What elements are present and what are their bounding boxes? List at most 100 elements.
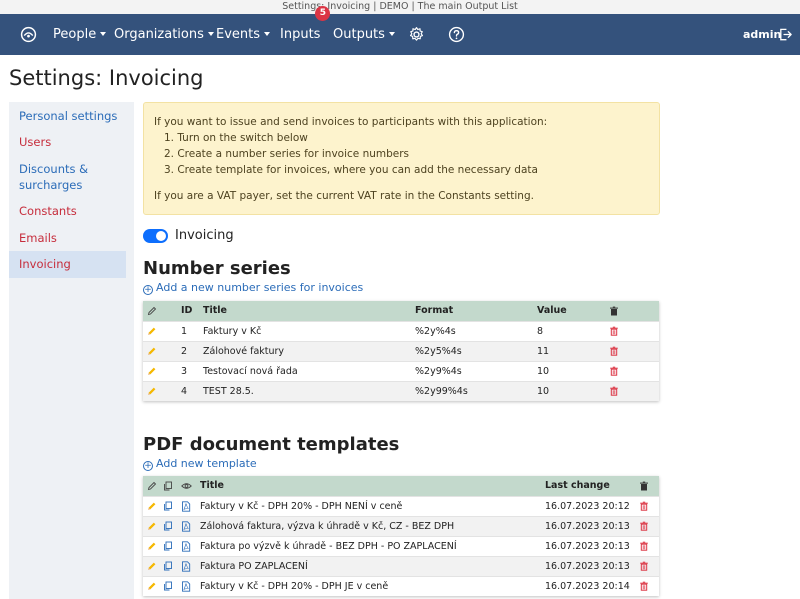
- pdf-file-icon[interactable]: [181, 520, 191, 532]
- pencil-icon[interactable]: [147, 561, 157, 571]
- id-column-header[interactable]: ID: [167, 301, 203, 321]
- trash-icon[interactable]: [639, 521, 649, 531]
- pdf-cell[interactable]: [181, 535, 200, 556]
- nav-inputs-label: Inputs: [280, 27, 321, 42]
- sidebar-item-discounts[interactable]: Discounts & surcharges: [9, 161, 126, 193]
- pencil-icon[interactable]: [147, 541, 157, 551]
- pencil-icon[interactable]: [147, 346, 157, 356]
- logout-icon[interactable]: [778, 27, 793, 42]
- edit-cell[interactable]: [143, 340, 167, 361]
- sidebar-item-constants[interactable]: Constants: [9, 203, 126, 219]
- copy-icon[interactable]: [163, 541, 173, 551]
- invoicing-toggle[interactable]: [143, 229, 168, 243]
- delete-cell[interactable]: [609, 340, 659, 361]
- delete-cell[interactable]: [609, 320, 659, 341]
- delete-cell[interactable]: [639, 555, 659, 576]
- logo-icon[interactable]: [20, 26, 37, 43]
- trash-icon[interactable]: [639, 501, 649, 511]
- trash-icon[interactable]: [609, 346, 619, 356]
- pdf-file-icon[interactable]: [181, 500, 191, 512]
- pdf-cell[interactable]: [181, 555, 200, 576]
- nav-people-label: People: [53, 27, 97, 42]
- nav-organizations-label: Organizations: [114, 27, 204, 42]
- table-row: 3 Testovací nová řada %2y9%4s 10: [143, 360, 659, 381]
- user-menu[interactable]: admin: [743, 14, 781, 55]
- nav-outputs[interactable]: Outputs: [333, 14, 395, 55]
- copy-icon: [164, 481, 172, 491]
- delete-cell[interactable]: [639, 515, 659, 536]
- title-cell: Testovací nová řada: [203, 360, 415, 381]
- sidebar-item-personal-settings[interactable]: Personal settings: [9, 108, 126, 124]
- chevron-down-icon: [388, 31, 395, 36]
- nav-people[interactable]: People: [53, 14, 107, 55]
- gear-icon[interactable]: [408, 26, 425, 43]
- copy-icon[interactable]: [163, 581, 173, 591]
- nav-events-label: Events: [216, 27, 261, 42]
- pdf-file-icon[interactable]: [181, 540, 191, 552]
- copy-cell[interactable]: [163, 495, 181, 516]
- copy-icon[interactable]: [163, 521, 173, 531]
- edit-cell[interactable]: [143, 380, 167, 401]
- trash-icon[interactable]: [639, 541, 649, 551]
- add-template-link[interactable]: + Add new template: [143, 457, 257, 471]
- pdf-cell[interactable]: [181, 575, 200, 596]
- pencil-icon[interactable]: [147, 386, 157, 396]
- delete-cell[interactable]: [609, 360, 659, 381]
- pdf-file-icon[interactable]: [181, 581, 191, 592]
- copy-icon[interactable]: [163, 561, 173, 571]
- sidebar-item-emails[interactable]: Emails: [9, 230, 126, 246]
- copy-cell[interactable]: [163, 535, 181, 556]
- pdf-cell[interactable]: [181, 515, 200, 536]
- edit-cell[interactable]: [143, 515, 163, 536]
- pencil-icon[interactable]: [147, 326, 157, 336]
- last-change-cell: 16.07.2023 20:13: [545, 535, 639, 556]
- pencil-icon[interactable]: [147, 521, 157, 531]
- add-number-series-link[interactable]: + Add a new number series for invoices: [143, 281, 363, 295]
- format-column-header[interactable]: Format: [415, 301, 537, 321]
- edit-cell[interactable]: [143, 320, 167, 341]
- nav-events[interactable]: Events: [216, 14, 271, 55]
- nav-inputs[interactable]: Inputs 5: [280, 6, 331, 55]
- last-change-cell: 16.07.2023 20:14: [545, 575, 639, 596]
- edit-cell[interactable]: [143, 360, 167, 381]
- delete-cell[interactable]: [609, 380, 659, 401]
- last-change-column-header[interactable]: Last change: [545, 476, 639, 496]
- pencil-icon[interactable]: [147, 366, 157, 376]
- template-title-cell: Faktura po výzvě k úhradě - BEZ DPH - PO…: [200, 535, 545, 556]
- nav-organizations[interactable]: Organizations: [114, 14, 214, 55]
- pencil-icon[interactable]: [147, 581, 157, 591]
- title-cell: Zálohové faktury: [203, 340, 415, 361]
- title-column-header[interactable]: Title: [203, 301, 415, 321]
- delete-cell[interactable]: [639, 495, 659, 516]
- trash-icon[interactable]: [609, 366, 619, 376]
- delete-cell[interactable]: [639, 575, 659, 596]
- page-title: Settings: Invoicing: [9, 66, 204, 90]
- template-title-column-header[interactable]: Title: [200, 476, 545, 496]
- trash-icon[interactable]: [609, 326, 619, 336]
- edit-cell[interactable]: [143, 535, 163, 556]
- delete-cell[interactable]: [639, 535, 659, 556]
- copy-cell[interactable]: [163, 515, 181, 536]
- edit-column-header: [143, 301, 167, 321]
- pdf-cell[interactable]: [181, 495, 200, 516]
- pdf-file-icon[interactable]: [181, 560, 191, 572]
- number-series-table: ID Title Format Value 1 Faktury v Kč %2y%4…: [143, 301, 659, 401]
- edit-cell[interactable]: [143, 555, 163, 576]
- edit-cell[interactable]: [143, 495, 163, 516]
- sidebar-item-invoicing[interactable]: Invoicing: [9, 251, 126, 278]
- copy-cell[interactable]: [163, 575, 181, 596]
- trash-icon[interactable]: [639, 581, 649, 591]
- info-vat-note: If you are a VAT payer, set the current …: [154, 190, 534, 202]
- sidebar-item-users[interactable]: Users: [9, 134, 126, 150]
- last-change-cell: 16.07.2023 20:13: [545, 555, 639, 576]
- edit-cell[interactable]: [143, 575, 163, 596]
- copy-icon[interactable]: [163, 501, 173, 511]
- trash-icon[interactable]: [639, 561, 649, 571]
- pencil-icon[interactable]: [147, 501, 157, 511]
- trash-icon[interactable]: [609, 386, 619, 396]
- help-icon[interactable]: [448, 26, 465, 43]
- table-row: 2 Zálohové faktury %2y5%4s 11: [143, 340, 659, 361]
- top-navbar: People Organizations Events Inputs 5 Outp…: [0, 6, 800, 55]
- copy-cell[interactable]: [163, 555, 181, 576]
- value-column-header[interactable]: Value: [537, 301, 609, 321]
